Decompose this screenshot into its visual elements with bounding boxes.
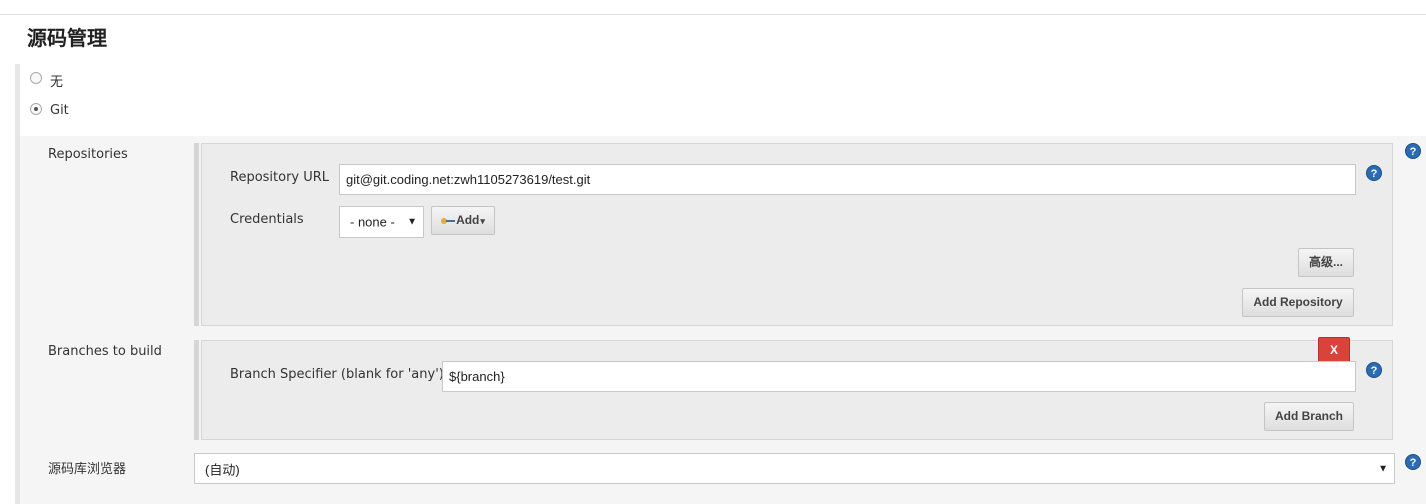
add-branch-button[interactable]: Add Branch (1264, 402, 1354, 431)
repositories-indent-bar (194, 143, 199, 326)
credentials-select-value: - none - (350, 214, 395, 230)
advanced-button[interactable]: 高级... (1298, 248, 1354, 277)
browser-label: 源码库浏览器 (48, 462, 127, 477)
scm-none-label: 无 (50, 75, 64, 90)
repositories-label: Repositories (48, 147, 128, 162)
scm-none-radio[interactable] (30, 72, 42, 84)
browser-help-icon[interactable]: ? (1405, 454, 1421, 470)
branches-indent-bar (194, 340, 199, 440)
section-title: 源码管理 (27, 26, 107, 50)
branch-specifier-label: Branch Specifier (blank for 'any') (230, 367, 444, 382)
add-credentials-button[interactable]: Add▾ (431, 206, 495, 235)
repository-url-input[interactable]: git@git.coding.net:zwh1105273619/test.gi… (339, 164, 1356, 195)
add-credentials-label: Add (456, 213, 480, 227)
top-divider (0, 14, 1426, 15)
browser-select[interactable]: (自动) ▼ (194, 453, 1395, 484)
repository-url-help-icon[interactable]: ? (1366, 165, 1382, 181)
branch-specifier-help-icon[interactable]: ? (1366, 362, 1382, 378)
key-icon (441, 217, 456, 225)
caret-down-icon: ▾ (480, 216, 485, 226)
chevron-down-icon: ▼ (1378, 463, 1388, 474)
add-repository-button[interactable]: Add Repository (1242, 288, 1354, 317)
scm-git-label: Git (50, 103, 69, 118)
repositories-help-icon[interactable]: ? (1405, 143, 1421, 159)
chevron-down-icon: ▼ (407, 216, 417, 228)
branches-label: Branches to build (48, 344, 162, 359)
branch-specifier-input[interactable]: ${branch} (442, 361, 1356, 392)
repository-url-label: Repository URL (230, 170, 330, 185)
credentials-label: Credentials (230, 212, 304, 227)
browser-select-value: (自动) (205, 462, 240, 477)
scm-git-radio[interactable] (30, 103, 42, 115)
credentials-select[interactable]: - none - ▼ (339, 206, 424, 238)
delete-branch-button[interactable]: X (1318, 337, 1350, 363)
